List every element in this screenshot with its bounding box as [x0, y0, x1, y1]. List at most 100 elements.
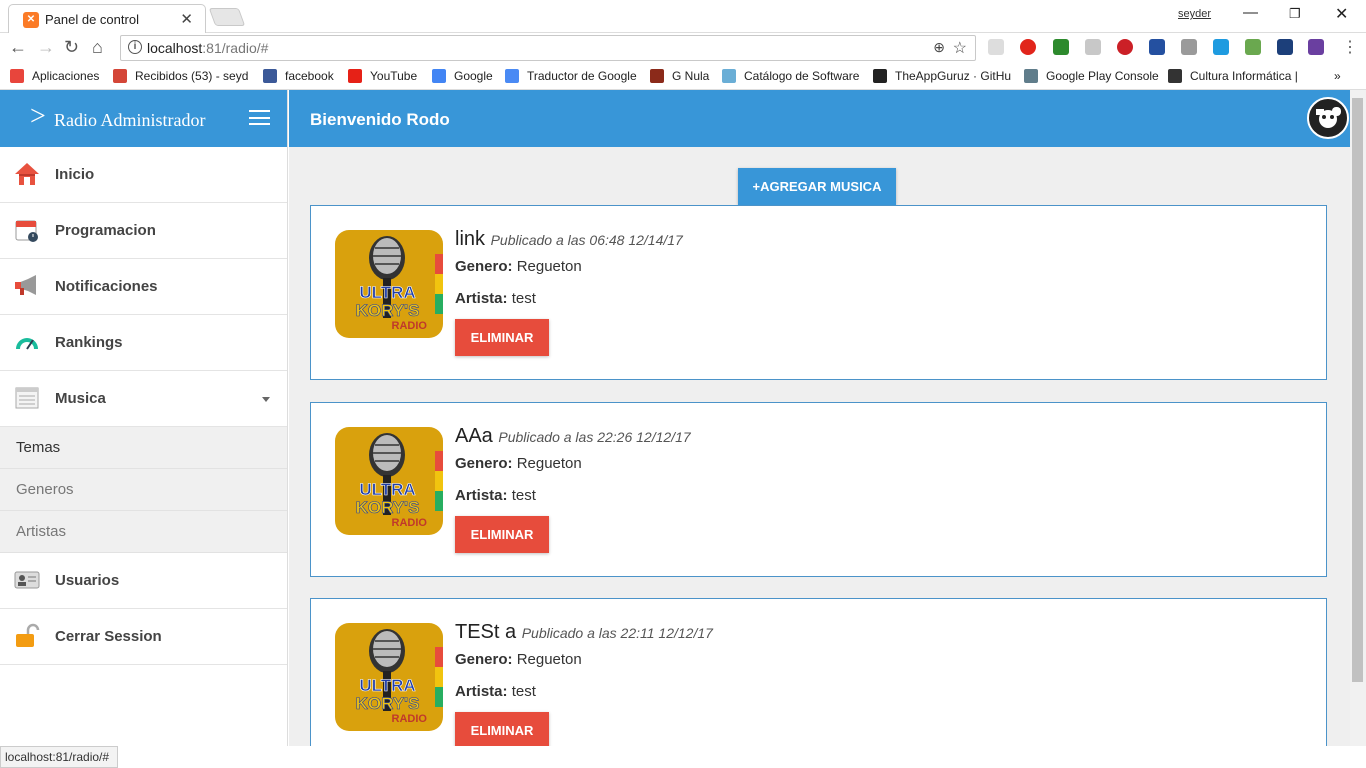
bookmark-item[interactable]: Aplicaciones [10, 69, 99, 83]
extension-icon[interactable] [1213, 39, 1229, 55]
browser-toolbar: ← → ↻ ⌂ i localhost:81/radio/# ⊕ ☆ ⋮ [0, 33, 1366, 63]
status-bar: localhost:81/radio/# [0, 746, 1366, 768]
padlock-icon [14, 623, 40, 649]
radio-cover-image: ULTRA KORY'S RADIO [335, 623, 443, 731]
download-icon[interactable] [1245, 39, 1261, 55]
bookmark-star-icon[interactable]: ☆ [953, 38, 967, 58]
caret-down-icon [262, 397, 270, 402]
close-tab-icon[interactable]: ✕ [180, 10, 193, 28]
minimize-icon[interactable]: — [1243, 4, 1258, 21]
bookmark-label: Traductor de Google [527, 69, 637, 83]
window-close-icon[interactable]: ✕ [1335, 4, 1348, 24]
bookmarks-bar: Aplicaciones Recibidos (53) - seyd faceboo… [0, 63, 1366, 90]
add-music-button[interactable]: +AGREGAR MUSICA [738, 168, 896, 205]
home-icon [14, 161, 40, 187]
delete-button[interactable]: ELIMINAR [455, 516, 549, 553]
bookmark-item[interactable]: G Nula [650, 69, 709, 83]
submenu-item-artistas[interactable]: Artistas [0, 511, 287, 553]
more-bookmarks-icon[interactable]: » [1334, 69, 1341, 83]
forward-arrow-icon[interactable]: → [37, 37, 55, 58]
bookmark-favicon-icon [505, 69, 519, 83]
published-time: Publicado a las 22:26 12/12/17 [498, 429, 691, 445]
megaphone-icon [14, 273, 40, 299]
brand-arrow-icon: > [30, 101, 46, 132]
hamburger-menu-icon[interactable] [249, 110, 270, 125]
bookmark-favicon-icon [113, 69, 127, 83]
new-tab-button[interactable] [208, 8, 246, 26]
delete-button[interactable]: ELIMINAR [455, 319, 549, 356]
song-card: ULTRA KORY'S RADIO TESt a Publicado a las 2… [310, 598, 1327, 746]
song-artist: Artista: test [455, 683, 536, 700]
extension-icon[interactable] [1085, 39, 1101, 55]
radio-cover-image: ULTRA KORY'S RADIO [335, 427, 443, 535]
sidebar-item-usuarios[interactable]: Usuarios [0, 553, 287, 609]
submenu-item-temas[interactable]: Temas [0, 427, 287, 469]
bookmark-label: G Nula [672, 69, 710, 83]
sidebar-item-rankings[interactable]: Rankings [0, 315, 287, 371]
bookmark-favicon-icon [432, 69, 446, 83]
bookmark-item[interactable]: Cultura Informática | [1168, 69, 1298, 83]
submenu-item-generos[interactable]: Generos [0, 469, 287, 511]
bookmark-item[interactable]: Recibidos (53) - seyd [113, 69, 248, 83]
back-arrow-icon[interactable]: ← [9, 37, 27, 58]
bookmark-item[interactable]: Google [432, 69, 493, 83]
bookmark-favicon-icon [650, 69, 664, 83]
zoom-icon[interactable]: ⊕ [933, 39, 945, 56]
bookmark-item[interactable]: Traductor de Google [505, 69, 637, 83]
bookmark-item[interactable]: YouTube [348, 69, 417, 83]
sidebar-item-cerrar-session[interactable]: Cerrar Session [0, 609, 287, 665]
opera-icon[interactable] [1020, 39, 1036, 55]
song-artist: Artista: test [455, 290, 536, 307]
bookmark-label: Recibidos (53) - seyd [135, 69, 249, 83]
bookmark-item[interactable]: TheAppGuruz · GitHu [873, 69, 1011, 83]
extension-icon[interactable] [1308, 39, 1324, 55]
sidebar-item-label: Musica [55, 390, 106, 407]
brand-title[interactable]: Radio Administrador [54, 110, 206, 131]
avatar[interactable] [1307, 97, 1349, 139]
bookmark-favicon-icon [263, 69, 277, 83]
scrollbar[interactable] [1350, 90, 1366, 746]
cover-text: ULTRA KORY'S RADIO [355, 676, 427, 725]
sidebar-item-label: Rankings [55, 334, 123, 351]
pinterest-icon[interactable] [1117, 39, 1133, 55]
reload-icon[interactable]: ↻ [64, 37, 79, 58]
bookmark-label: Catálogo de Software [744, 69, 860, 83]
sidebar-item-label: Notificaciones [55, 278, 158, 295]
bookmark-favicon-icon [1024, 69, 1038, 83]
extension-icon[interactable] [1277, 39, 1293, 55]
profile-name[interactable]: seyder [1178, 8, 1211, 20]
song-title: TESt a Publicado a las 22:11 12/12/17 [455, 621, 713, 643]
bookmark-extension-icon[interactable] [1149, 39, 1165, 55]
published-time: Publicado a las 06:48 12/14/17 [490, 232, 683, 248]
song-genre: Genero: Regueton [455, 651, 582, 668]
info-icon[interactable]: i [128, 40, 142, 54]
address-bar[interactable]: i localhost:81/radio/# ⊕ ☆ [120, 35, 976, 61]
bookmark-label: Aplicaciones [32, 69, 100, 83]
delete-button[interactable]: ELIMINAR [455, 712, 549, 746]
bookmark-item[interactable]: Google Play Console [1024, 69, 1159, 83]
bookmark-label: Cultura Informática | [1190, 69, 1298, 83]
scrollbar-thumb[interactable] [1352, 98, 1363, 682]
sidebar-item-notificaciones[interactable]: Notificaciones [0, 259, 287, 315]
sidebar-item-musica[interactable]: Musica [0, 371, 287, 427]
sidebar-item-inicio[interactable]: Inicio [0, 147, 287, 203]
bookmark-favicon-icon [873, 69, 887, 83]
published-time: Publicado a las 22:11 12/12/17 [521, 625, 713, 641]
extension-icon[interactable] [1181, 39, 1197, 55]
status-url: localhost:81/radio/# [0, 746, 119, 768]
menu-icon[interactable]: ⋮ [1342, 37, 1358, 57]
bookmark-item[interactable]: Catálogo de Software [722, 69, 859, 83]
sidebar-item-programacion[interactable]: Programacion [0, 203, 287, 259]
cover-text: ULTRA KORY'S RADIO [355, 480, 427, 529]
extension-icon[interactable] [988, 39, 1004, 55]
home-icon[interactable]: ⌂ [92, 37, 103, 58]
cover-text: ULTRA KORY'S RADIO [355, 283, 427, 332]
extension-icon[interactable] [1053, 39, 1069, 55]
browser-tab[interactable]: ✕ Panel de control ✕ [8, 4, 206, 33]
gauge-icon [14, 329, 40, 355]
restore-icon[interactable]: ❐ [1289, 6, 1301, 22]
sidebar-item-label: Inicio [55, 166, 95, 183]
bookmark-label: Google [454, 69, 493, 83]
bookmark-item[interactable]: facebook [263, 69, 334, 83]
song-title: link Publicado a las 06:48 12/14/17 [455, 228, 683, 250]
